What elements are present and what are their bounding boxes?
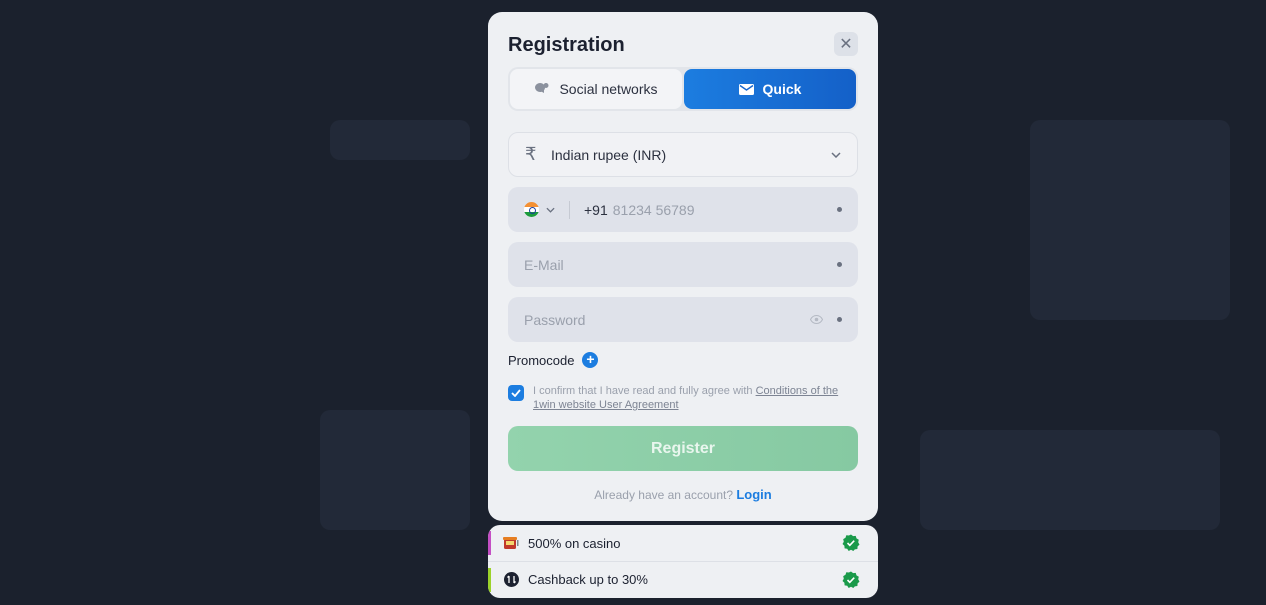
phone-field[interactable]: +91 81234 56789: [508, 187, 858, 232]
india-flag-icon[interactable]: [524, 202, 539, 217]
password-input[interactable]: Password: [524, 312, 810, 328]
tab-social-networks[interactable]: Social networks: [510, 69, 682, 109]
currency-value: Indian rupee (INR): [551, 146, 667, 163]
login-prompt: Already have an account? Login: [488, 487, 878, 502]
phone-country-code: +91: [584, 201, 608, 218]
bonus-label: Cashback up to 30%: [528, 572, 648, 587]
registration-tabs: Social networks Quick: [508, 67, 858, 111]
password-field[interactable]: Password: [508, 297, 858, 342]
already-account-text: Already have an account?: [594, 488, 734, 502]
close-button[interactable]: ✕: [834, 32, 858, 56]
slot-machine-icon: [503, 535, 519, 551]
checkmark-icon: [511, 389, 521, 397]
bonus-item-cashback: Cashback up to 30%: [488, 561, 878, 597]
required-indicator: [837, 262, 842, 267]
bonus-item-casino: 500% on casino: [488, 525, 878, 561]
email-input[interactable]: E-Mail: [524, 257, 837, 273]
login-link[interactable]: Login: [736, 487, 771, 502]
consent-text: I confirm that I have read and fully agr…: [533, 384, 858, 412]
bonus-accent-bar: [488, 568, 491, 592]
chat-bubbles-icon: [535, 83, 549, 93]
plus-icon[interactable]: +: [582, 352, 599, 368]
envelope-icon: [738, 83, 754, 95]
chevron-down-icon: [831, 151, 841, 158]
registration-modal: Registration ✕ Social networks Quick ₹ I…: [488, 12, 878, 521]
required-indicator: [837, 317, 842, 322]
phone-input[interactable]: 81234 56789: [613, 202, 837, 218]
chevron-down-icon[interactable]: [546, 207, 555, 213]
tab-quick[interactable]: Quick: [684, 69, 856, 109]
rupee-icon: ₹: [525, 144, 537, 164]
promocode-label: Promocode: [508, 352, 575, 368]
promocode-toggle[interactable]: Promocode +: [508, 352, 599, 368]
bonus-list: 500% on casino Cashback up to 30%: [488, 525, 878, 598]
register-button[interactable]: Register: [508, 426, 858, 471]
modal-title: Registration: [508, 34, 625, 56]
divider: [569, 200, 570, 219]
verified-check-icon: [842, 571, 860, 588]
close-icon: ✕: [839, 36, 853, 53]
eye-icon[interactable]: [810, 315, 823, 324]
tab-social-networks-label: Social networks: [559, 81, 658, 97]
consent-row: I confirm that I have read and fully agr…: [508, 384, 858, 412]
required-indicator: [837, 207, 842, 212]
consent-checkbox[interactable]: [508, 385, 524, 401]
bonus-accent-bar: [488, 531, 491, 555]
tab-quick-label: Quick: [762, 81, 802, 97]
cashback-icon: [503, 572, 519, 588]
email-field[interactable]: E-Mail: [508, 242, 858, 287]
consent-statement: I confirm that I have read and fully agr…: [533, 385, 753, 397]
currency-select[interactable]: ₹ Indian rupee (INR): [508, 132, 858, 177]
bonus-label: 500% on casino: [528, 535, 621, 551]
verified-check-icon: [842, 534, 860, 551]
